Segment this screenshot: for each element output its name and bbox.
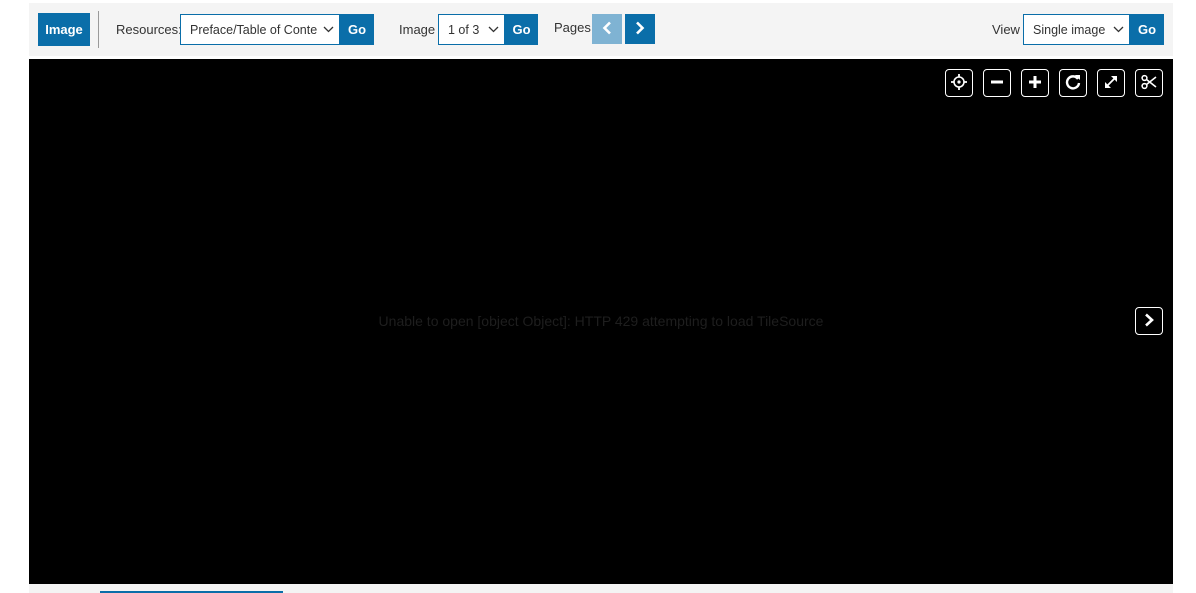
toolbar-divider <box>98 11 99 48</box>
chevron-left-icon <box>602 21 612 38</box>
image-tab-button[interactable]: Image <box>38 13 90 46</box>
zoom-out-icon <box>989 74 1005 93</box>
chevron-down-icon <box>482 26 504 33</box>
chevron-right-icon <box>635 21 645 38</box>
scissors-icon <box>1140 73 1158 94</box>
chevron-right-icon <box>1143 313 1155 330</box>
previous-page-button[interactable] <box>592 14 622 44</box>
zoom-in-icon <box>1027 74 1043 93</box>
zoom-out-button[interactable] <box>983 69 1011 97</box>
resources-label: Resources: <box>116 22 182 37</box>
resources-go-button[interactable]: Go <box>340 14 374 45</box>
view-label: View <box>992 22 1020 37</box>
home-button[interactable] <box>945 69 973 97</box>
view-go-button[interactable]: Go <box>1130 14 1164 45</box>
rotate-button[interactable] <box>1059 69 1087 97</box>
fullscreen-icon <box>1102 73 1120 94</box>
next-page-button[interactable] <box>625 14 655 44</box>
chevron-down-icon <box>317 26 339 33</box>
view-mode-value: Single image <box>1033 22 1106 37</box>
pages-label: Pages <box>554 20 591 35</box>
viewer-next-image-button[interactable] <box>1135 307 1163 335</box>
zoom-in-button[interactable] <box>1021 69 1049 97</box>
view-mode-select[interactable]: Single image <box>1023 14 1130 45</box>
image-number-select[interactable]: 1 of 3 <box>438 14 505 45</box>
image-go-button[interactable]: Go <box>505 14 538 45</box>
image-label: Image <box>399 22 436 37</box>
tile-load-error-message: Unable to open [object Object]: HTTP 429… <box>378 313 824 329</box>
crop-button[interactable] <box>1135 69 1163 97</box>
resources-select[interactable]: Preface/Table of Contents <box>180 14 340 45</box>
home-icon <box>950 73 968 94</box>
rotate-icon <box>1064 73 1082 94</box>
resources-select-value: Preface/Table of Contents <box>190 22 317 37</box>
chevron-down-icon <box>1107 26 1129 33</box>
fullscreen-button[interactable] <box>1097 69 1125 97</box>
image-viewer[interactable]: Unable to open [object Object]: HTTP 429… <box>29 59 1173 584</box>
image-number-value: 1 of 3 <box>448 22 480 37</box>
